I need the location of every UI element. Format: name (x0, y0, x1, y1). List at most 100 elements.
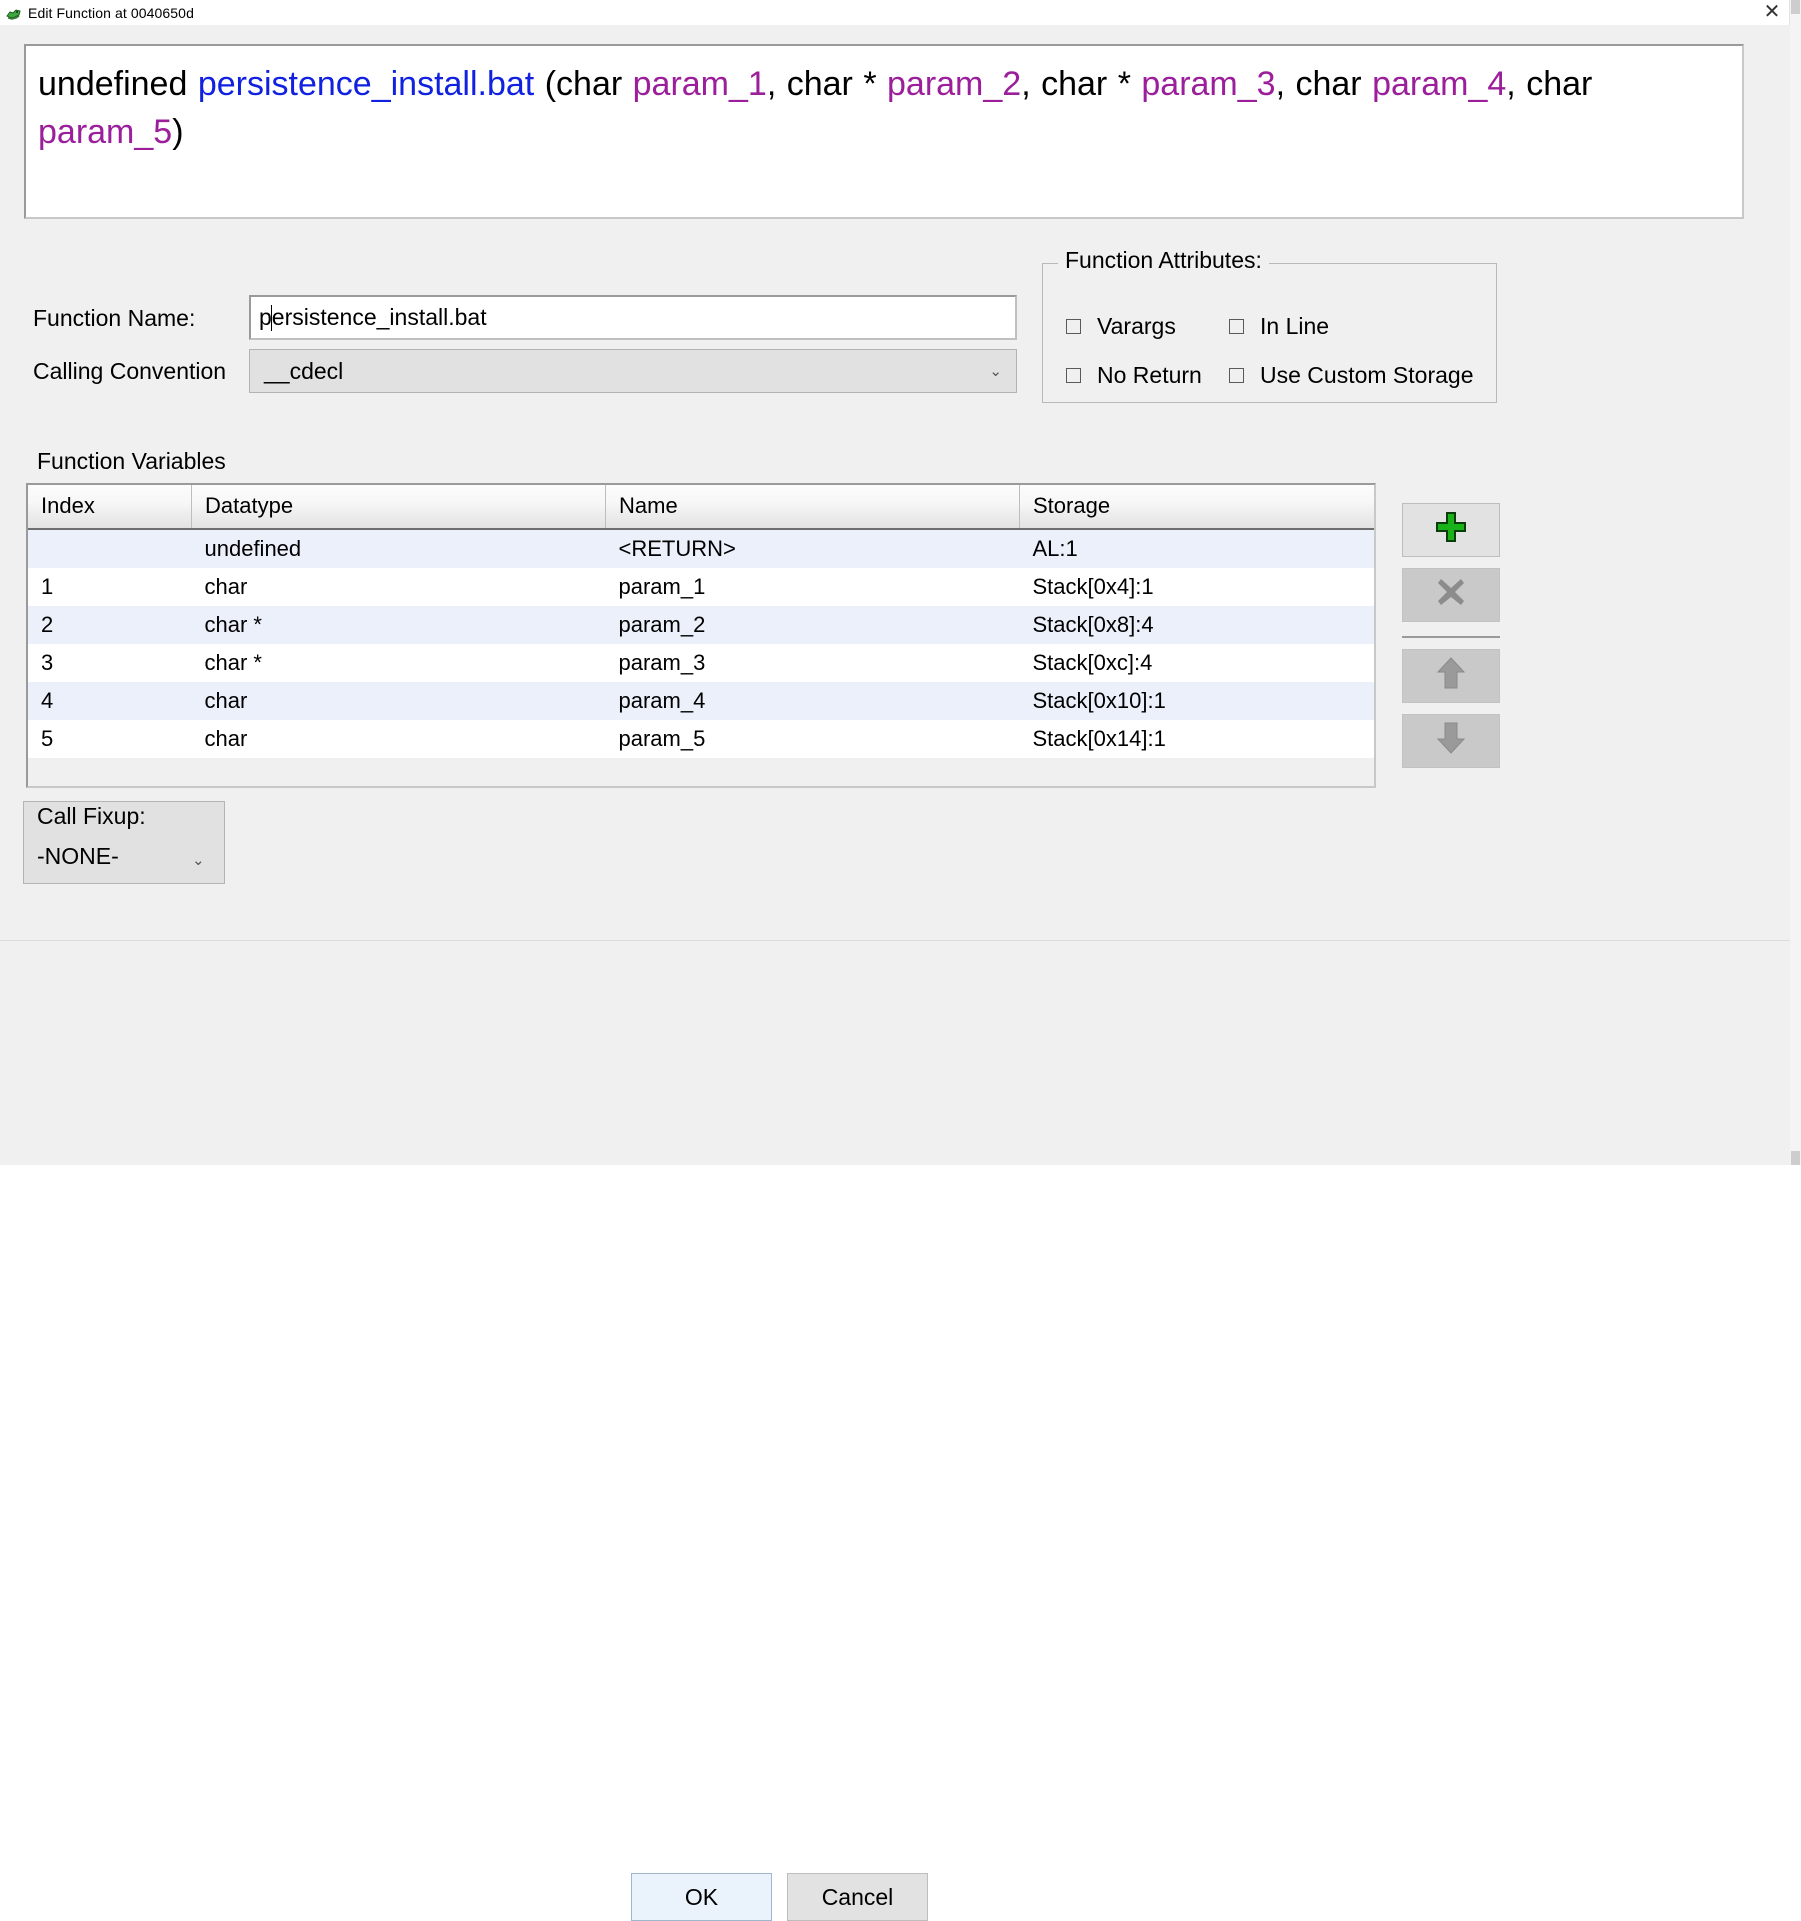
signature-param-name-2: param_2 (887, 65, 1022, 103)
cell-storage[interactable]: Stack[0x14]:1 (1019, 720, 1374, 758)
cell-datatype[interactable]: char (191, 682, 606, 720)
checkbox-no-return-box[interactable] (1066, 368, 1081, 383)
checkbox-use-custom-storage-box[interactable] (1229, 368, 1244, 383)
signature-param-sep-4: , (1506, 65, 1527, 103)
cell-name[interactable]: param_5 (605, 720, 1020, 758)
table-row[interactable]: undefined <RETURN> AL:1 (28, 529, 1374, 568)
table-row[interactable]: 5 char param_5 Stack[0x14]:1 (28, 720, 1374, 758)
plus-icon (1434, 510, 1468, 550)
cell-index[interactable] (28, 529, 192, 568)
signature-param-name-1: param_1 (632, 65, 767, 103)
signature-open-paren: ( (534, 65, 557, 103)
edit-function-dialog: undefined persistence_install.bat ( char … (0, 25, 1790, 1921)
cell-index[interactable]: 2 (28, 606, 192, 644)
calling-convention-label: Calling Convention (33, 358, 227, 384)
checkbox-no-return[interactable]: No Return (1066, 362, 1202, 389)
cancel-button[interactable]: Cancel (787, 1873, 928, 1921)
column-header-datatype[interactable]: Datatype (191, 485, 606, 530)
column-header-name[interactable]: Name (605, 485, 1020, 530)
checkbox-use-custom-storage-label: Use Custom Storage (1260, 362, 1474, 388)
call-fixup-value: -NONE- (37, 843, 119, 869)
table-row[interactable]: 2 char * param_2 Stack[0x8]:4 (28, 606, 1374, 644)
table-row[interactable]: 1 char param_1 Stack[0x4]:1 (28, 568, 1374, 606)
cell-index[interactable]: 3 (28, 644, 192, 682)
table-header-row: Index Datatype Name Storage (28, 485, 1374, 530)
cell-name[interactable]: param_3 (605, 644, 1020, 682)
cell-name[interactable]: param_1 (605, 568, 1020, 606)
arrow-down-icon (1436, 721, 1466, 761)
call-fixup-label: Call Fixup: (37, 803, 146, 829)
function-name-value-rest: ersistence_install.bat (271, 304, 487, 330)
cell-name[interactable]: <RETURN> (605, 529, 1020, 568)
cell-name[interactable]: param_4 (605, 682, 1020, 720)
move-up-button[interactable] (1402, 649, 1500, 703)
cell-datatype[interactable]: undefined (191, 529, 606, 568)
move-down-button[interactable] (1402, 714, 1500, 768)
table-row[interactable]: 3 char * param_3 Stack[0xc]:4 (28, 644, 1374, 682)
checkbox-use-custom-storage[interactable]: Use Custom Storage (1229, 362, 1473, 389)
signature-param-name-4: param_4 (1372, 65, 1507, 103)
cell-filler-storage (1019, 758, 1374, 786)
scrollbar-thumb-top[interactable] (1791, 0, 1800, 14)
cell-filler-name (605, 758, 1020, 786)
cell-index[interactable]: 4 (28, 682, 192, 720)
signature-param-type-4: char (1295, 65, 1373, 103)
cell-datatype[interactable]: char (191, 568, 606, 606)
signature-param-type-5: char (1526, 65, 1593, 103)
ok-button[interactable]: OK (631, 1873, 772, 1921)
function-variables-table: Index Datatype Name Storage undefined <R… (26, 483, 1376, 788)
calling-convention-dropdown[interactable]: __cdecl ⌄ (249, 349, 1017, 393)
window-scrollbar[interactable] (1789, 0, 1801, 1165)
checkbox-varargs[interactable]: Varargs (1066, 313, 1176, 340)
checkbox-varargs-label: Varargs (1097, 313, 1176, 339)
scrollbar-thumb-bottom[interactable] (1791, 1151, 1800, 1165)
signature-function-name: persistence_install.bat (197, 65, 535, 103)
cell-storage[interactable]: Stack[0x8]:4 (1019, 606, 1374, 644)
cell-name[interactable]: param_2 (605, 606, 1020, 644)
signature-param-type-1: char (556, 65, 633, 103)
checkbox-varargs-box[interactable] (1066, 319, 1081, 334)
chevron-down-icon: ⌄ (192, 852, 205, 869)
cell-storage[interactable]: AL:1 (1019, 529, 1374, 568)
add-variable-button[interactable] (1402, 503, 1500, 557)
cell-storage[interactable]: Stack[0x4]:1 (1019, 568, 1374, 606)
delete-variable-button[interactable] (1402, 568, 1500, 622)
signature-param-sep-1: , (766, 65, 787, 103)
column-header-storage[interactable]: Storage (1019, 485, 1374, 530)
checkbox-in-line-label: In Line (1260, 313, 1330, 339)
signature-param-sep-3: , (1275, 65, 1296, 103)
cell-storage[interactable]: Stack[0x10]:1 (1019, 682, 1374, 720)
checkbox-in-line[interactable]: In Line (1229, 313, 1329, 340)
cell-datatype[interactable]: char * (191, 644, 606, 682)
table-empty-area (28, 758, 1374, 786)
table-row[interactable]: 4 char param_4 Stack[0x10]:1 (28, 682, 1374, 720)
ghidra-dragon-icon (6, 5, 22, 21)
signature-param-name-5: param_5 (38, 113, 173, 151)
cell-storage[interactable]: Stack[0xc]:4 (1019, 644, 1374, 682)
calling-convention-value: __cdecl (264, 357, 344, 384)
cell-filler-datatype (191, 758, 606, 786)
signature-return-type: undefined (38, 65, 188, 103)
chevron-down-icon: ⌄ (989, 363, 1002, 380)
function-signature-preview: undefined persistence_install.bat ( char … (24, 44, 1744, 219)
checkbox-no-return-label: No Return (1097, 362, 1202, 388)
function-signature-text: undefined persistence_install.bat ( char … (38, 60, 1730, 156)
cell-index[interactable]: 1 (28, 568, 192, 606)
function-name-input[interactable]: p ersistence_install.bat (249, 295, 1017, 340)
signature-param-type-2: char * (786, 65, 887, 103)
cell-datatype[interactable]: char (191, 720, 606, 758)
column-header-index[interactable]: Index (28, 485, 192, 530)
checkbox-in-line-box[interactable] (1229, 319, 1244, 334)
window-title-bar: Edit Function at 0040650d ✕ (0, 0, 1801, 26)
close-icon[interactable]: ✕ (1761, 2, 1783, 24)
cell-filler-index (28, 758, 192, 786)
signature-param-name-3: param_3 (1141, 65, 1276, 103)
signature-param-type-3: char * (1041, 65, 1142, 103)
function-name-label: Function Name: (33, 305, 196, 331)
cell-index[interactable]: 5 (28, 720, 192, 758)
close-x-icon (1435, 576, 1467, 614)
cell-datatype[interactable]: char * (191, 606, 606, 644)
signature-param-sep-2: , (1021, 65, 1042, 103)
dialog-footer: OK Cancel (0, 941, 1790, 1921)
window-title: Edit Function at 0040650d (28, 4, 194, 21)
